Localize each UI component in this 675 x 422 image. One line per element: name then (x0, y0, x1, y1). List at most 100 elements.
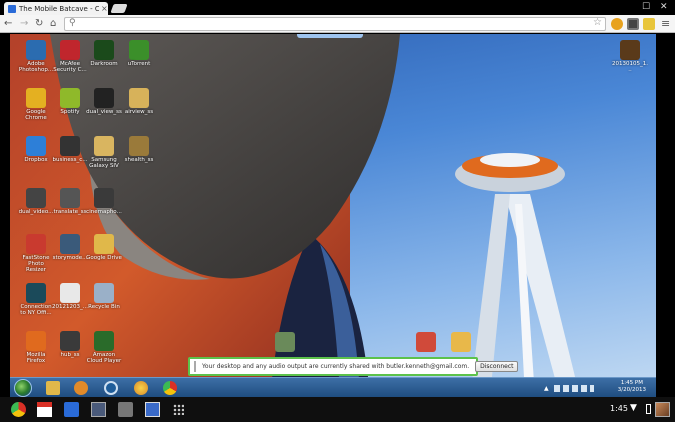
remote-desktop-icon[interactable] (91, 402, 106, 417)
pocket-icon[interactable] (627, 18, 639, 30)
explorer-icon[interactable] (46, 381, 60, 395)
avatar[interactable] (655, 402, 670, 417)
restore-window-icon[interactable]: ☐ (642, 2, 650, 12)
desktop-icon-image (60, 331, 80, 351)
desktop-icon[interactable]: FastStone Photo Resizer (18, 234, 54, 273)
desktop-icon[interactable]: Darkroom (86, 40, 122, 67)
desktop-icon-label: FastStone Photo Resizer (22, 255, 50, 273)
desktop-icon-label: dual_view_ss (86, 109, 122, 115)
desktop-icon-label: Google Drive (86, 255, 122, 261)
desktop-icon-image (60, 188, 80, 208)
desktop-shortcut-icon[interactable] (408, 332, 444, 352)
desktop-icon-label: Samsung Galaxy SIV (89, 157, 119, 169)
drag-handle-icon[interactable] (194, 361, 196, 372)
desktop-icon-label: Dropbox (24, 157, 48, 163)
desktop-icon-label: cinemapho... (86, 209, 122, 215)
omnibox[interactable]: ⚲ ☆ (64, 17, 606, 31)
desktop-icon-label: Recycle Bin (88, 304, 120, 310)
desktop-icon-label: Mozilla Firefox (26, 352, 46, 364)
desktop-icon[interactable]: Google Chrome (18, 88, 54, 121)
remote-desktop[interactable]: Adobe Photoshop... McAfee Security C... Da… (10, 34, 656, 397)
disconnect-button[interactable]: Disconnect (475, 361, 519, 372)
desktop-icon-image (26, 188, 46, 208)
desktop-icon[interactable]: translate_ss (52, 188, 88, 215)
desktop-shortcut-icon[interactable] (267, 332, 303, 352)
extension-icon[interactable] (611, 18, 623, 30)
shortcut-image (451, 332, 471, 352)
new-tab-button[interactable] (110, 4, 128, 13)
share-message: Your desktop and any audio output are cu… (202, 363, 470, 370)
desktop-icon[interactable]: hub_ss (52, 331, 88, 358)
connection-tab[interactable] (297, 34, 363, 38)
chrome-icon[interactable] (11, 402, 26, 417)
tray-expand-icon[interactable]: ▲ (544, 385, 549, 392)
desktop-icon[interactable]: 20130105_1... (612, 40, 648, 73)
desktop-icon[interactable]: dual_video... (18, 188, 54, 215)
desktop-icon-label: storymode... (52, 255, 88, 261)
window-icon[interactable] (145, 402, 160, 417)
forward-icon[interactable]: → (20, 17, 28, 31)
media-player-icon[interactable] (74, 381, 88, 395)
chrome-icon[interactable] (163, 381, 177, 395)
home-icon[interactable]: ⌂ (50, 17, 56, 31)
start-button[interactable] (14, 379, 32, 397)
app-launcher-icon[interactable] (173, 404, 184, 415)
desktop-shortcut-icon[interactable] (443, 332, 479, 352)
desktop-icon[interactable]: airview_ss (121, 88, 157, 115)
desktop-icon[interactable]: Connection to NY Offi... (18, 283, 54, 316)
desktop-icon[interactable]: shealth_ss (121, 136, 157, 163)
desktop-icon[interactable]: cinemapho... (86, 188, 122, 215)
desktop-icon[interactable]: Samsung Galaxy SIV (86, 136, 122, 169)
desktop-icon-label: Connection to NY Offi... (20, 304, 52, 316)
desktop-icon-label: Spotify (60, 109, 80, 115)
desktop-icon-image (129, 136, 149, 156)
desktop-icon[interactable]: Spotify (52, 88, 88, 115)
search-icon: ⚲ (69, 18, 76, 28)
desktop-icon[interactable]: Mozilla Firefox (18, 331, 54, 364)
firefox-icon[interactable] (134, 381, 148, 395)
desktop-icon[interactable]: storymode... (52, 234, 88, 261)
desktop-icon-label: hub_ss (60, 352, 80, 358)
desktop-icon[interactable]: Dropbox (18, 136, 54, 163)
battery-icon[interactable] (646, 404, 651, 414)
desktop-icon[interactable]: dual_view_ss (86, 88, 122, 115)
back-icon[interactable]: ← (4, 17, 12, 31)
desktop-icon[interactable]: Google Drive (86, 234, 122, 261)
desktop-icon-image (26, 40, 46, 60)
extension-icon[interactable] (643, 18, 655, 30)
menu-icon[interactable]: ≡ (661, 17, 670, 31)
desktop-icon-image (26, 88, 46, 108)
desktop-icon[interactable]: Amazon Cloud Player (86, 331, 122, 364)
desktop-icon[interactable]: business_c... (52, 136, 88, 163)
tray-clock[interactable]: 1:45 PM 3/20/2013 (618, 380, 646, 394)
tab-close-icon[interactable]: × (101, 4, 108, 13)
desktop-icon[interactable]: Recycle Bin (86, 283, 122, 310)
desktop-icon-label: shealth_ss (124, 157, 154, 163)
tray-time: 1:45 PM (620, 380, 643, 386)
desktop-icon-label: translate_ss (53, 209, 87, 215)
app-icon[interactable] (104, 381, 118, 395)
printer-icon[interactable] (118, 402, 133, 417)
desktop-icon-label: 20130105_1... (612, 61, 648, 73)
desktop-icon-image (94, 331, 114, 351)
reload-icon[interactable]: ↻ (35, 17, 43, 31)
desktop-icon[interactable]: McAfee Security C... (52, 40, 88, 73)
desktop-icon[interactable]: 20121203_... (52, 283, 88, 310)
desktop-icon-label: Google Chrome (25, 109, 47, 121)
shelf-clock[interactable]: 1:45 (610, 404, 628, 413)
close-window-icon[interactable]: ✕ (660, 2, 668, 12)
desktop-icon-label: dual_video... (18, 209, 54, 215)
bookmark-star-icon[interactable]: ☆ (593, 17, 602, 28)
wifi-icon[interactable]: ▼ (630, 403, 637, 413)
gmail-icon[interactable] (37, 402, 52, 417)
desktop-icon[interactable]: uTorrent (121, 40, 157, 67)
calendar-icon[interactable] (64, 402, 79, 417)
browser-tab[interactable]: The Mobile Batcave - Ch × (4, 2, 108, 15)
desktop-icon-label: airview_ss (124, 109, 154, 115)
desktop-icon-label: Amazon Cloud Player (86, 352, 122, 364)
desktop-icon-image (129, 40, 149, 60)
desktop-icon-image (60, 88, 80, 108)
tray-icons[interactable] (554, 385, 594, 392)
desktop-icon[interactable]: Adobe Photoshop... (18, 40, 54, 73)
desktop-icon-image (94, 283, 114, 303)
